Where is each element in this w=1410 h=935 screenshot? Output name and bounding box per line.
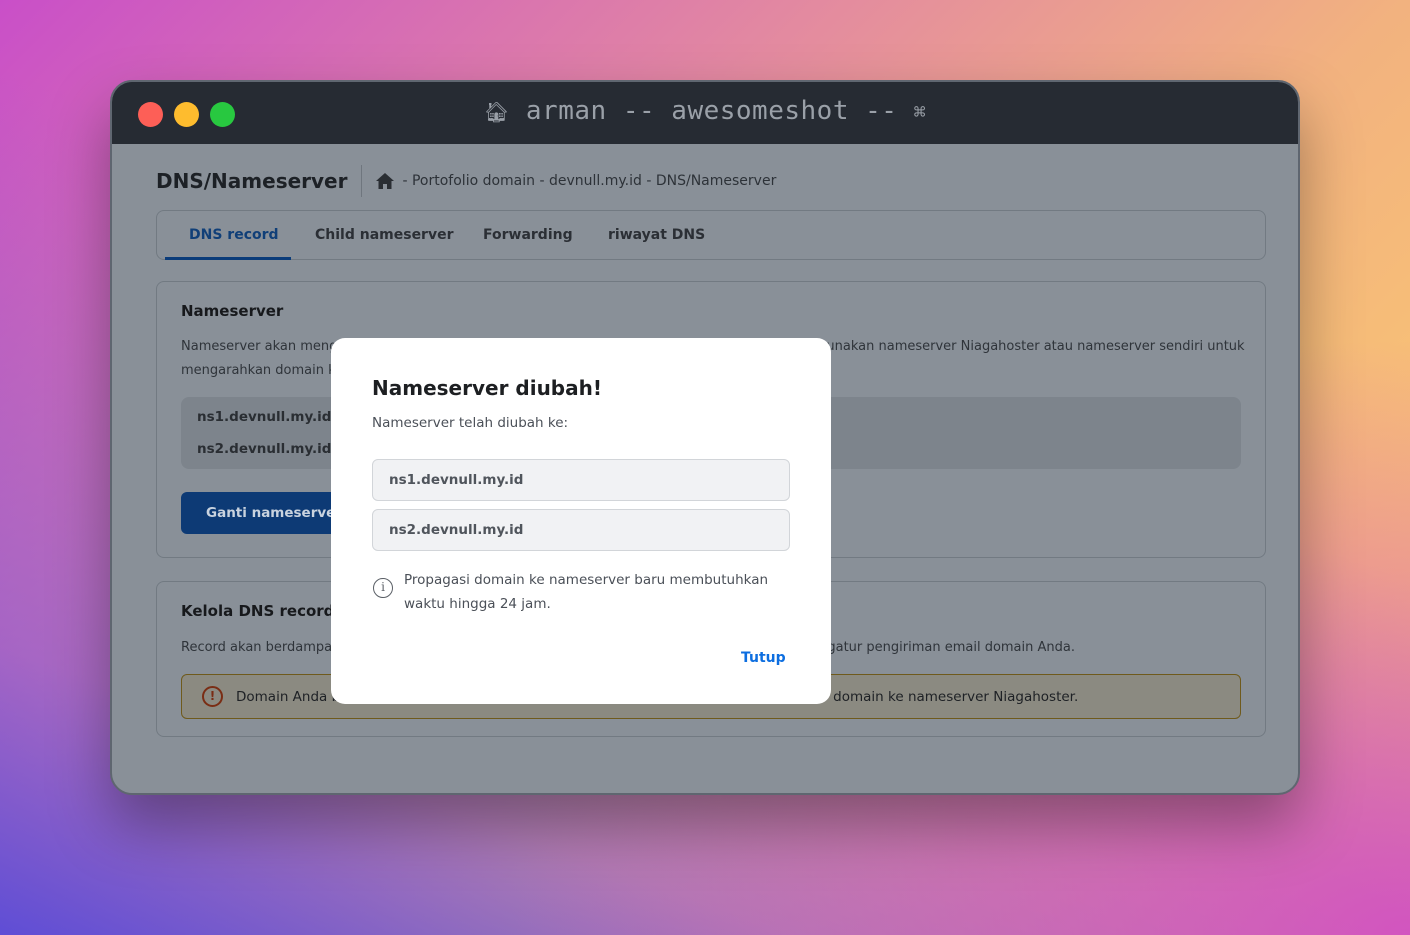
nameserver-changed-dialog: Nameserver diubah! Nameserver telah diub… bbox=[331, 338, 831, 704]
nameserver-1: ns1.devnull.my.id bbox=[197, 409, 332, 425]
window-title: 🏠︎ arman -- awesomeshot -- ⌘ bbox=[112, 96, 1298, 126]
window-title-text: arman -- awesomeshot -- bbox=[525, 96, 898, 126]
dialog-nameserver-1: ns1.devnull.my.id bbox=[372, 459, 790, 501]
breadcrumb[interactable]: - Portofolio domain - devnull.my.id - DN… bbox=[402, 173, 776, 189]
close-dialog-button[interactable]: Tutup bbox=[741, 650, 786, 666]
page-header: DNS/Nameserver - Portofolio domain - dev… bbox=[156, 165, 776, 197]
tab-riwayat-dns[interactable]: riwayat DNS bbox=[608, 227, 705, 243]
nameserver-2: ns2.devnull.my.id bbox=[197, 441, 332, 457]
tab-forwarding[interactable]: Forwarding bbox=[483, 227, 573, 243]
tab-child-nameserver[interactable]: Child nameserver bbox=[315, 227, 454, 243]
dialog-nameserver-2: ns2.devnull.my.id bbox=[372, 509, 790, 551]
page-title: DNS/Nameserver bbox=[156, 169, 348, 193]
desc-line2: mengarahkan domain k bbox=[181, 363, 336, 378]
title-bar: 🏠︎ arman -- awesomeshot -- ⌘ bbox=[112, 82, 1298, 144]
desc-line1-left: Nameserver akan meng bbox=[181, 339, 338, 354]
active-tab-indicator bbox=[165, 257, 291, 260]
dns-desc-right: ngatur pengiriman email domain Anda. bbox=[819, 640, 1075, 655]
nameserver-card-title: Nameserver bbox=[181, 302, 284, 320]
home-icon: 🏠︎ bbox=[483, 100, 510, 124]
dns-card-title: Kelola DNS record bbox=[181, 602, 335, 620]
dialog-title: Nameserver diubah! bbox=[372, 376, 602, 400]
header-divider bbox=[361, 165, 363, 197]
info-icon: i bbox=[373, 578, 393, 598]
breadcrumb-home-icon[interactable] bbox=[376, 173, 395, 189]
warning-right: domain ke nameserver Niagahoster. bbox=[833, 689, 1079, 705]
alert-icon: ! bbox=[202, 686, 223, 707]
desc-line1-right: unakan nameserver Niagahoster atau names… bbox=[826, 339, 1245, 354]
tab-dns-record[interactable]: DNS record bbox=[189, 227, 279, 243]
command-icon: ⌘ bbox=[913, 100, 927, 124]
tab-bar: DNS record Child nameserver Forwarding r… bbox=[156, 210, 1266, 260]
dialog-info-text: Propagasi domain ke nameserver baru memb… bbox=[404, 572, 769, 612]
dns-desc-left: Record akan berdampa bbox=[181, 640, 333, 655]
warning-left: Domain Anda b bbox=[236, 689, 341, 705]
dialog-subtitle: Nameserver telah diubah ke: bbox=[372, 415, 569, 431]
